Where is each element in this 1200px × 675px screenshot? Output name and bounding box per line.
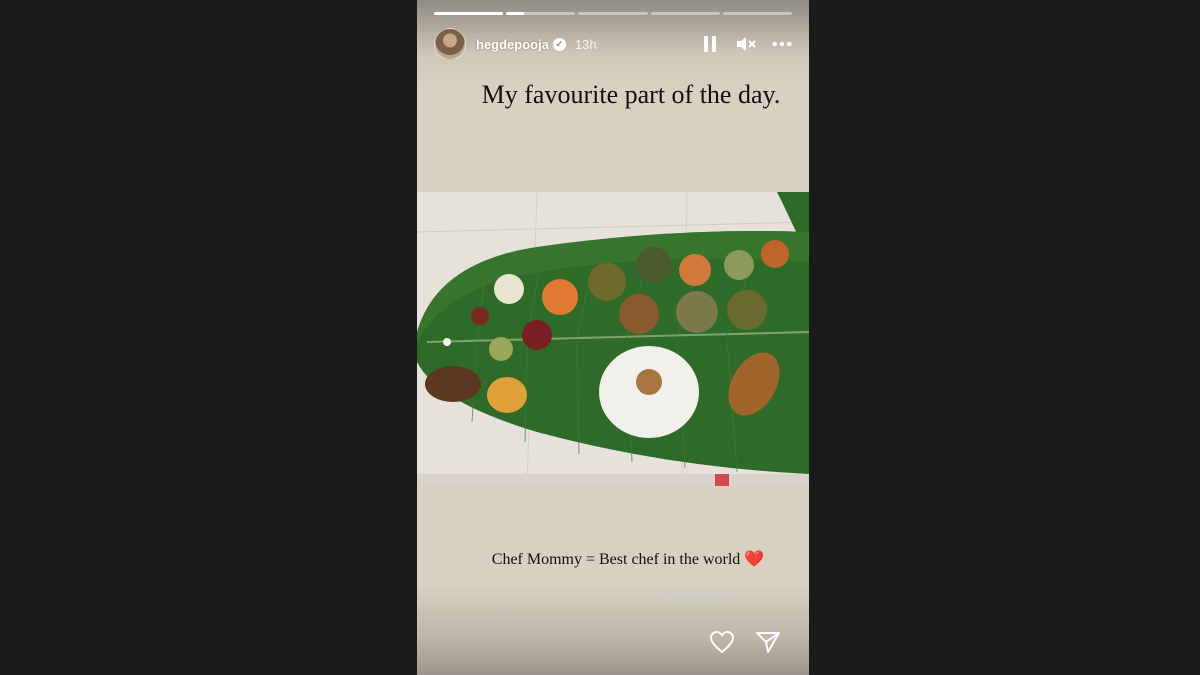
verified-badge-icon: ✓ [552,37,566,51]
pause-icon[interactable] [700,34,720,54]
story-caption-title: My favourite part of the day. [481,80,781,109]
story-progress-bar [434,12,793,15]
progress-segment [578,12,648,15]
heart-emoji: ❤️ [744,551,765,568]
progress-segment [506,12,576,15]
story-header: hegdepooja ✓ 13h [434,27,792,61]
story-photo [417,192,809,486]
story-actions [709,630,781,659]
progress-segment [722,12,793,15]
avatar[interactable] [434,28,466,60]
progress-segment [434,12,504,15]
story-controls [700,34,792,54]
username[interactable]: hegdepooja [476,37,549,52]
caption-text: Chef Mommy = Best chef in the world [491,551,741,568]
more-options-icon[interactable] [772,34,792,54]
story-viewer: hegdepooja ✓ 13h My favourite part of th… [417,0,809,675]
mention-link[interactable]: @latamhegde [657,590,734,606]
progress-segment [650,12,720,15]
story-caption-text: Chef Mommy = Best chef in the world ❤️ [417,549,809,569]
progress-segment-fill [506,12,524,15]
speaker-muted-icon[interactable] [736,34,756,54]
heart-icon[interactable] [709,630,735,659]
timestamp: 13h [574,36,597,52]
send-icon[interactable] [755,630,781,659]
progress-segment-fill [434,12,504,15]
